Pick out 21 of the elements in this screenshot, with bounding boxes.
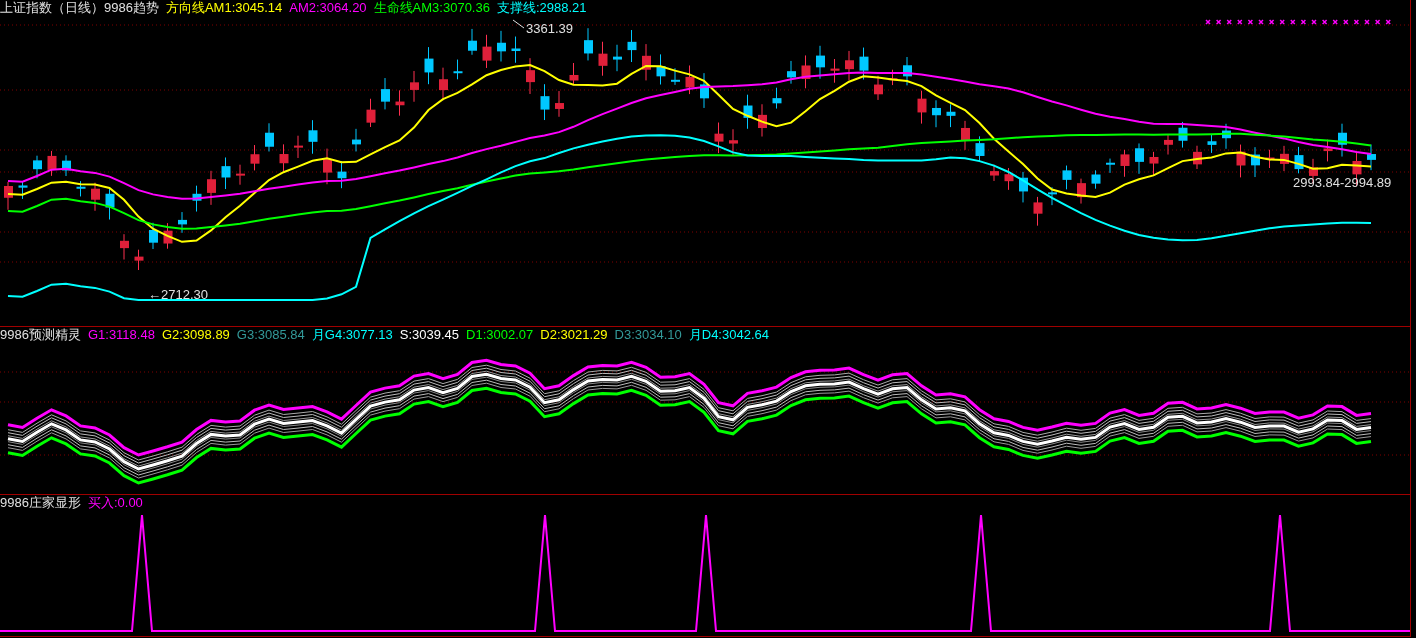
indicator-value: G1:3118.48	[87, 327, 155, 343]
indicator-value: AM2:3064.20	[289, 0, 367, 16]
indicator-value: G3:3085.84	[236, 327, 305, 343]
leader-line	[512, 19, 525, 29]
indicator-value: 方向线AM1:3045.14	[165, 0, 283, 16]
indicator-value: G2:3098.89	[161, 327, 230, 343]
indicator-value: 月G4:3077.13	[311, 327, 393, 343]
indicator-value: 生命线AM3:3070.36	[373, 0, 490, 16]
indicator-value: S:3039.45	[399, 327, 460, 343]
indicator-value: D3:3034.10	[614, 327, 682, 343]
price-label: ←2712.30	[148, 288, 208, 302]
indicator-value: 支撑线:2988.21	[496, 0, 587, 16]
indicator-value: D1:3002.07	[466, 327, 534, 343]
panel-title: 9986庄家显形	[0, 495, 81, 511]
panel-title: 9986预测精灵	[0, 327, 81, 343]
price-label: 3361.39	[526, 22, 573, 36]
indicator-value: 买入:0.00	[87, 495, 143, 511]
price-label: 2993.84-2994.89	[1293, 176, 1392, 190]
indicator-value: D2:3021.29	[540, 327, 608, 343]
indicator-value: 月D4:3042.64	[688, 327, 769, 343]
panel-title: 上证指数（日线）9986趋势	[0, 0, 159, 16]
